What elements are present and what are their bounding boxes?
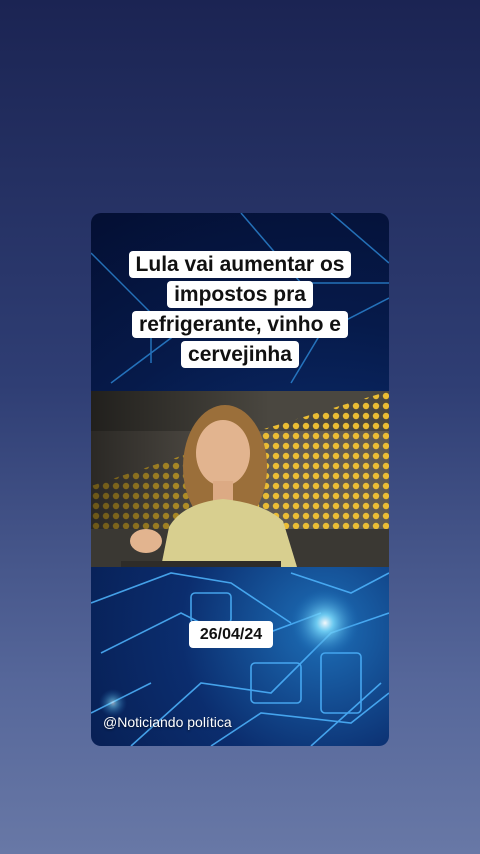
channel-handle[interactable]: @Noticiando política bbox=[103, 713, 232, 731]
video-post-card[interactable]: Lula vai aumentar os impostos pra refrig… bbox=[91, 213, 389, 746]
date-label: 26/04/24 bbox=[189, 621, 273, 648]
headline-line-4: cervejinha bbox=[181, 341, 299, 368]
headline-caption: Lula vai aumentar os impostos pra refrig… bbox=[91, 251, 389, 368]
headline-line-1: Lula vai aumentar os bbox=[128, 251, 352, 278]
news-anchor-video-frame[interactable] bbox=[91, 391, 389, 567]
news-studio-image bbox=[91, 391, 389, 567]
headline-line-3: refrigerante, vinho e bbox=[132, 311, 348, 338]
headline-line-2: impostos pra bbox=[167, 281, 313, 308]
